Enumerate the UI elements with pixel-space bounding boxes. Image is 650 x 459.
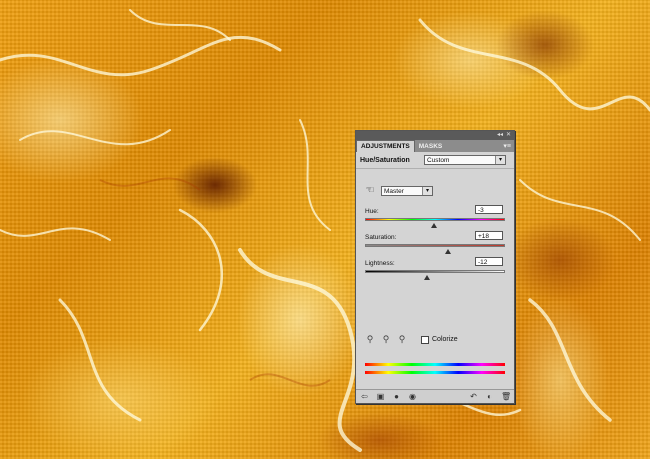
fire-streaks [0, 9, 650, 452]
panel-bottom-toolbar: ⇦ ▣ ● ◉ ↶ ◐ 🗑 [356, 389, 514, 403]
output-color-bar [365, 371, 505, 374]
double-chevron-icon[interactable]: ◂◂ [497, 131, 503, 140]
eyedropper-row: ⚲ ⚲ ⚲ Colorize [365, 334, 458, 345]
panel-tabs: ADJUSTMENTS MASKS ▾≡ [356, 140, 514, 152]
tab-adjustments[interactable]: ADJUSTMENTS [356, 140, 415, 152]
colorize-checkbox[interactable] [421, 335, 429, 344]
hue-label: Hue: [365, 208, 379, 215]
fire-texture-canvas [0, 0, 650, 459]
channel-dropdown[interactable]: Master ▾ [381, 186, 433, 196]
targeted-adjustment-hand-icon[interactable]: ☜ [364, 185, 376, 197]
eyedropper-plus-icon[interactable]: ⚲ [381, 334, 391, 345]
panel-title-bar[interactable]: ◂◂ ✕ [356, 131, 514, 140]
adjustment-title: Hue/Saturation [360, 156, 410, 164]
panel-menu-icon[interactable]: ▾≡ [503, 142, 511, 150]
channel-row: ☜ Master ▾ [364, 185, 433, 197]
chevron-down-icon: ▾ [422, 187, 432, 195]
input-color-bar [365, 363, 505, 366]
reset-icon[interactable]: ◐ [485, 391, 494, 403]
adjustments-panel: ◂◂ ✕ ADJUSTMENTS MASKS ▾≡ Hue/Saturation… [355, 130, 515, 404]
expand-view-icon[interactable]: ▣ [376, 391, 385, 403]
hue-value-field[interactable]: -3 [475, 205, 503, 214]
preset-value: Custom [427, 156, 450, 164]
lightness-slider-thumb[interactable] [423, 275, 430, 280]
lightness-value-field[interactable]: -12 [475, 257, 503, 266]
colorize-label: Colorize [432, 336, 458, 343]
preset-dropdown[interactable]: Custom ▾ [424, 155, 506, 165]
eyedropper-icon[interactable]: ⚲ [365, 334, 375, 345]
colorize-option[interactable]: Colorize [421, 335, 458, 344]
hue-slider-track[interactable] [365, 218, 505, 221]
clip-to-layer-icon[interactable]: ● [392, 391, 401, 403]
channel-value: Master [384, 187, 404, 195]
saturation-label: Saturation: [365, 234, 397, 241]
saturation-slider-thumb[interactable] [444, 249, 451, 254]
close-icon[interactable]: ✕ [506, 131, 511, 140]
saturation-value-field[interactable]: +18 [475, 231, 503, 240]
lightness-slider-track[interactable] [365, 270, 505, 273]
lightness-slider-group: Lightness: -12 [365, 257, 505, 280]
tab-masks[interactable]: MASKS [415, 141, 446, 152]
hue-slider-thumb[interactable] [430, 223, 437, 228]
lightness-label: Lightness: [365, 260, 395, 267]
delete-icon[interactable]: 🗑 [501, 391, 511, 403]
visibility-eye-icon[interactable]: ◉ [408, 391, 417, 403]
hue-slider-group: Hue: -3 [365, 205, 505, 228]
saturation-slider-track[interactable] [365, 244, 505, 247]
view-previous-icon[interactable]: ↶ [469, 391, 478, 403]
saturation-slider-group: Saturation: +18 [365, 231, 505, 254]
back-arrow-icon[interactable]: ⇦ [360, 391, 369, 403]
eyedropper-minus-icon[interactable]: ⚲ [397, 334, 407, 345]
adjustment-header: Hue/Saturation Custom ▾ [356, 152, 514, 169]
chevron-down-icon: ▾ [495, 156, 505, 164]
